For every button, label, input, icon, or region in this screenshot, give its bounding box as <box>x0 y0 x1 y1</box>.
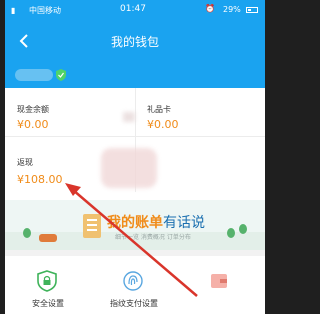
cash-balance-label: 现金余额 <box>17 105 49 114</box>
bill-banner[interactable]: 我的账单有话说 细节一览 消费概况 订单分布 <box>5 200 265 250</box>
tool-item[interactable] <box>177 262 263 314</box>
gift-card-value: ¥0.00 <box>147 118 179 131</box>
fingerprint-icon <box>123 271 143 291</box>
banner-title-rest: 有话说 <box>163 215 205 231</box>
fingerprint-pay-label: 指纹支付设置 <box>110 299 158 308</box>
carrier-text: 中国移动 <box>29 6 61 15</box>
cashback-label: 返现 <box>17 158 33 167</box>
tree-icon <box>23 228 31 238</box>
signal-icon: ▮ <box>11 6 16 15</box>
header-bar: ▮ 中国移动 01:47 ⏰ 29% 我的钱包 <box>5 0 265 64</box>
page-title: 我的钱包 <box>110 35 159 49</box>
banner-title: 我的账单有话说 <box>107 212 205 232</box>
banner-subtitle: 细节一览 消费概况 订单分布 <box>115 234 191 241</box>
wallet-screen: ▮ 中国移动 01:47 ⏰ 29% 我的钱包 现金余额 ¥0.00 礼品卡 ¥… <box>5 0 265 314</box>
wallet-icon <box>211 274 227 288</box>
banner-title-highlight: 我的账单 <box>107 215 163 231</box>
alarm-icon: ⏰ <box>205 4 215 13</box>
gift-card-label: 礼品卡 <box>147 105 171 114</box>
security-settings-label: 安全设置 <box>32 299 64 308</box>
blurred-area <box>123 112 135 122</box>
battery-icon <box>246 7 258 13</box>
divider <box>5 136 265 137</box>
car-illustration <box>39 234 57 242</box>
battery-percent: 29% <box>223 5 241 14</box>
cashback-value: ¥108.00 <box>17 173 63 186</box>
blurred-image <box>101 148 157 188</box>
tree-icon <box>239 224 247 234</box>
blurred-username <box>15 69 53 81</box>
security-settings-button[interactable]: 安全设置 <box>5 262 91 314</box>
divider <box>5 250 265 256</box>
clock: 01:47 <box>120 4 146 14</box>
verified-shield-icon <box>56 69 66 81</box>
fingerprint-pay-button[interactable]: 指纹支付设置 <box>91 262 177 314</box>
shield-lock-icon <box>37 270 57 292</box>
tree-icon <box>227 228 235 238</box>
title-bar: 我的钱包 <box>5 20 265 64</box>
document-icon <box>83 214 101 238</box>
user-strip <box>5 64 265 88</box>
cash-balance-value: ¥0.00 <box>17 118 49 131</box>
status-bar: ▮ 中国移动 01:47 ⏰ 29% <box>5 0 265 20</box>
